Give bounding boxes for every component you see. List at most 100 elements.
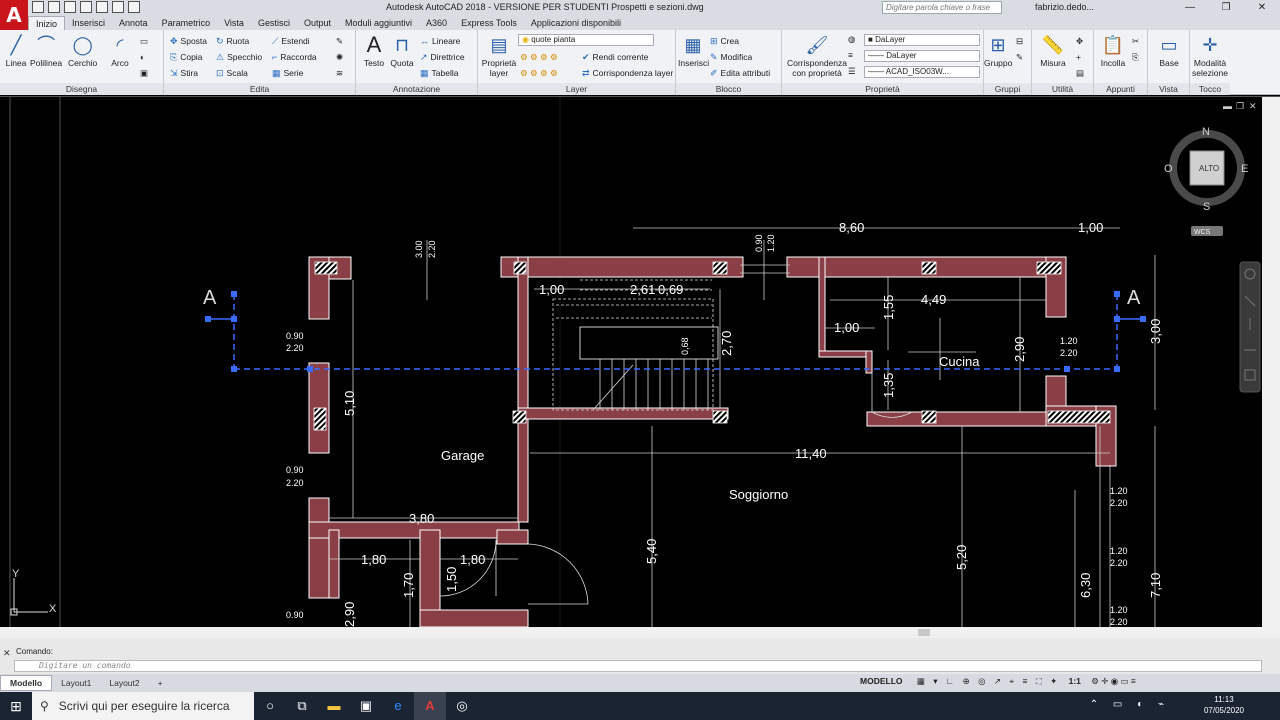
viewcube-north[interactable]: N — [1202, 126, 1210, 138]
vertical-scrollbar[interactable] — [1262, 97, 1280, 627]
corrispondenza-layer-button[interactable]: ⇄ Corrispondenza layer — [582, 68, 673, 79]
crea-blocco-button[interactable]: ⊞ Crea — [710, 36, 739, 47]
corrispondenza-proprieta-button[interactable]: 🖌 Corrispondenza con proprietà — [784, 34, 850, 78]
specchio-button[interactable]: ⚠ Specchio — [216, 52, 262, 63]
inserisci-blocco-button[interactable]: ▦ Inserisci — [678, 34, 709, 68]
tab-moduli-aggiuntivi[interactable]: Moduli aggiuntivi — [338, 16, 419, 30]
tab-gestisci[interactable]: Gestisci — [251, 16, 297, 30]
viewport-close-icon[interactable]: ✕ — [1249, 101, 1257, 111]
tab-inizio[interactable]: Inizio — [28, 16, 66, 30]
help-search-input[interactable]: Digitare parola chiave o frase — [882, 1, 1002, 14]
wcs-menu[interactable]: WCS — [1194, 229, 1211, 236]
save-icon[interactable] — [64, 1, 76, 13]
rectangle-icon[interactable]: ▭ — [140, 36, 148, 47]
autocad-taskbar-icon[interactable]: A — [414, 692, 446, 720]
layer-states-icon[interactable]: ⚙ ⚙ ⚙ ⚙ — [520, 68, 558, 79]
edge-icon[interactable]: e — [382, 692, 414, 720]
tab-output[interactable]: Output — [297, 16, 338, 30]
store-icon[interactable]: ▣ — [350, 692, 382, 720]
task-view-icon[interactable]: ⧉ — [286, 692, 318, 720]
linea-button[interactable]: ╱ Linea — [4, 34, 28, 68]
polilinea-button[interactable]: ⌒ Polilinea — [30, 34, 62, 68]
calculator-icon[interactable]: ▤ — [1076, 68, 1084, 79]
new-file-icon[interactable] — [32, 1, 44, 13]
offset-icon[interactable]: ≋ — [336, 68, 343, 79]
viewcube-west[interactable]: O — [1164, 163, 1173, 175]
model-space-toggle[interactable]: MODELLO — [860, 676, 903, 686]
gruppo-button[interactable]: ⊞ Gruppo — [984, 34, 1012, 68]
viewport-minimize-icon[interactable]: ▬ — [1223, 101, 1232, 111]
color-combo[interactable]: ■ DaLayer — [864, 34, 980, 46]
hatch-icon[interactable]: ◐ — [140, 52, 145, 62]
base-button[interactable]: ▭ Base — [1154, 34, 1184, 68]
tab-annota[interactable]: Annota — [112, 16, 155, 30]
scala-button[interactable]: ⊡ Scala — [216, 68, 248, 79]
misura-button[interactable]: 📏 Misura — [1034, 34, 1072, 68]
drawing-canvas[interactable]: A A 8,60 1,00 1,00 2,61 0,69 4,49 1,00 1… — [0, 97, 1262, 627]
tab-a360[interactable]: A360 — [419, 16, 454, 30]
user-account[interactable]: fabrizio.dedo... — [1035, 2, 1094, 12]
redo-icon[interactable] — [128, 1, 140, 13]
undo-icon[interactable] — [112, 1, 124, 13]
direttrice-button[interactable]: ↗ Direttrice — [420, 52, 465, 63]
serie-button[interactable]: ▦ Serie — [272, 68, 303, 79]
command-input[interactable]: Digitare un comando — [14, 660, 1262, 672]
open-file-icon[interactable] — [48, 1, 60, 13]
quota-button[interactable]: ⊓ Quota — [390, 34, 414, 68]
layer-tools-icon[interactable]: ⚙ ⚙ ⚙ ⚙ — [520, 52, 558, 63]
tab-inserisci[interactable]: Inserisci — [65, 16, 112, 30]
cut-icon[interactable]: ✂ — [1132, 36, 1139, 47]
lineare-button[interactable]: ↔ Lineare — [420, 36, 460, 46]
cerchio-button[interactable]: ◯ Cerchio — [68, 34, 97, 68]
color-wheel-icon[interactable]: ◍ — [848, 34, 855, 45]
horizontal-scrollbar[interactable] — [0, 627, 1280, 638]
tab-layout2[interactable]: Layout2 — [100, 676, 148, 690]
modifica-blocco-button[interactable]: ✎ Modifica — [710, 52, 752, 63]
command-close-icon[interactable]: ✕ — [3, 648, 11, 659]
lineweight-combo[interactable]: —— DaLayer — [864, 50, 980, 62]
windows-start-icon[interactable]: ⊞ — [0, 692, 32, 720]
copy-clip-icon[interactable]: ⎘ — [1132, 52, 1139, 63]
application-menu-button[interactable]: A — [0, 0, 28, 30]
maximize-icon[interactable]: ❐ — [1208, 0, 1244, 16]
tabella-button[interactable]: ▦ Tabella — [420, 68, 458, 79]
linetype-icon[interactable]: ☰ — [848, 66, 856, 77]
floor-plan-drawing[interactable]: A A 8,60 1,00 1,00 2,61 0,69 4,49 1,00 1… — [0, 97, 1262, 627]
ruota-button[interactable]: ↻ Ruota — [216, 36, 249, 47]
lineweight-icon[interactable]: ≡ — [848, 50, 853, 60]
group-edit-icon[interactable]: ✎ — [1016, 52, 1023, 63]
incolla-button[interactable]: 📋 Incolla — [1096, 34, 1130, 68]
tab-vista[interactable]: Vista — [217, 16, 251, 30]
explode-icon[interactable]: ✺ — [336, 52, 343, 63]
add-layout-icon[interactable]: + — [149, 676, 172, 690]
sposta-button[interactable]: ✥ Sposta — [170, 36, 207, 47]
tab-parametrico[interactable]: Parametrico — [155, 16, 218, 30]
modalita-selezione-button[interactable]: ✛ Modalità selezione — [1190, 34, 1230, 78]
id-point-icon[interactable]: + — [1076, 52, 1081, 62]
cortana-icon[interactable]: ○ — [254, 692, 286, 720]
annotation-scale[interactable]: 1:1 — [1069, 676, 1081, 686]
erase-icon[interactable]: ✎ — [336, 36, 343, 47]
point-icon[interactable]: ✥ — [1076, 36, 1083, 47]
estendi-button[interactable]: ⟋ Estendi — [272, 36, 310, 47]
tab-applicazioni-disponibili[interactable]: Applicazioni disponibili — [524, 16, 628, 30]
tab-express-tools[interactable]: Express Tools — [454, 16, 524, 30]
copia-button[interactable]: ⎘ Copia — [170, 52, 202, 63]
viewcube-top-label[interactable]: ALTO — [1199, 164, 1219, 173]
linetype-combo[interactable]: —— ACAD_ISO03W... — [864, 66, 980, 78]
rendi-corrente-button[interactable]: ✔ Rendi corrente — [582, 52, 648, 63]
app-taskbar-icon[interactable]: ◎ — [446, 692, 478, 720]
edita-attributi-button[interactable]: ✐ Edita attributi — [710, 68, 770, 79]
stira-button[interactable]: ⇲ Stira — [170, 68, 198, 79]
file-explorer-icon[interactable]: ▬ — [318, 692, 350, 720]
taskbar-search[interactable]: ⚲ Scrivi qui per eseguire la ricerca — [32, 692, 254, 720]
arco-button[interactable]: ◜ Arco — [108, 34, 132, 68]
close-icon[interactable]: ✕ — [1244, 0, 1280, 16]
save-as-icon[interactable] — [80, 1, 92, 13]
tab-layout1[interactable]: Layout1 — [52, 676, 100, 690]
viewcube-south[interactable]: S — [1203, 201, 1210, 213]
viewport-restore-icon[interactable]: ❐ — [1236, 101, 1244, 111]
scroll-thumb[interactable] — [918, 629, 930, 636]
raccorda-button[interactable]: ⌐ Raccorda — [272, 52, 317, 62]
region-icon[interactable]: ▣ — [140, 68, 148, 79]
